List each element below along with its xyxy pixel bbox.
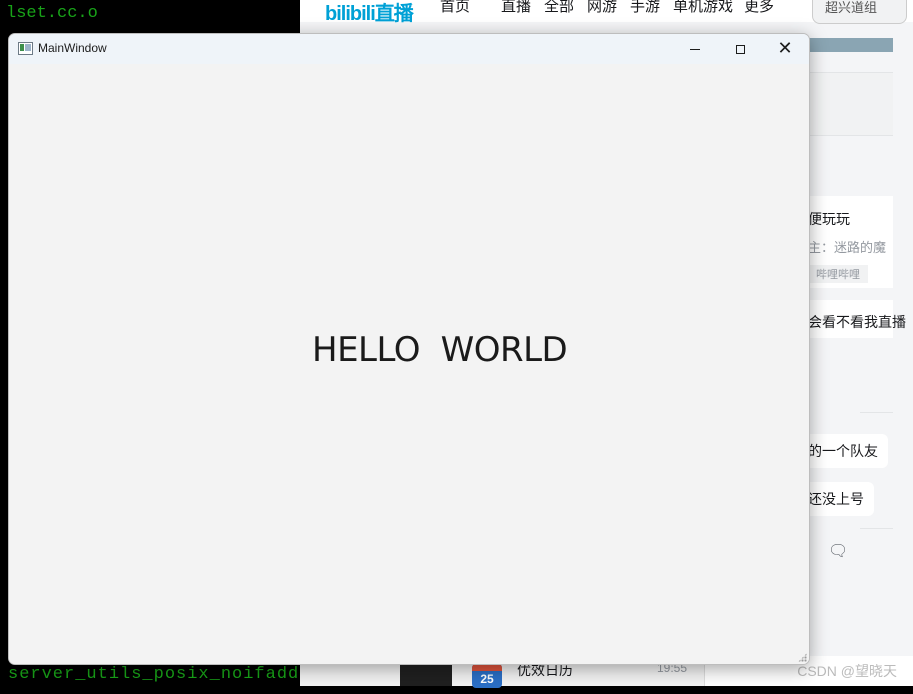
nav-item-single-games[interactable]: 单机游戏 bbox=[673, 0, 733, 16]
main-window: MainWindow ✕ HELLO WORLD bbox=[8, 33, 810, 665]
window-client-area: HELLO WORLD bbox=[9, 64, 809, 664]
maximize-icon bbox=[735, 44, 745, 54]
nav-item-online-games[interactable]: 网游 bbox=[587, 0, 617, 16]
banner-strip bbox=[808, 38, 893, 52]
side-panel bbox=[808, 72, 893, 136]
chat-message-text: 会看不看我直播 bbox=[808, 314, 906, 330]
nav-item-live[interactable]: 直播 bbox=[501, 0, 531, 16]
minimize-icon bbox=[690, 48, 700, 50]
maximize-button[interactable] bbox=[717, 34, 763, 64]
nav-item-more[interactable]: 更多 bbox=[744, 0, 774, 16]
site-search-input[interactable]: 超兴道组 bbox=[812, 0, 907, 24]
terminal-text-top: lset.cc.o bbox=[6, 4, 98, 23]
divider bbox=[860, 528, 893, 529]
calendar-icon[interactable]: 25 bbox=[472, 664, 502, 688]
nav-item-mobile-games[interactable]: 手游 bbox=[630, 0, 660, 16]
room-card-tag: 哔哩哔哩 bbox=[808, 265, 868, 283]
chat-bubble-1: 的一个队友 bbox=[798, 434, 888, 468]
chat-bubble-icon[interactable]: 🗨 bbox=[828, 541, 848, 561]
room-card-host: 主：迷路的魔 bbox=[808, 240, 887, 255]
watermark: CSDN @望晓天 bbox=[797, 663, 897, 679]
close-icon: ✕ bbox=[777, 38, 793, 59]
resize-grip-icon[interactable] bbox=[798, 653, 807, 662]
site-nav-bar: bilibili直播 首页 直播 全部 网游 手游 单机游戏 更多 超兴道组 bbox=[300, 0, 913, 25]
hello-world-label: HELLO WORLD bbox=[312, 330, 568, 370]
minimize-button[interactable] bbox=[672, 34, 718, 64]
site-logo[interactable]: bilibili直播 bbox=[325, 0, 414, 26]
calendar-icon-day: 25 bbox=[480, 672, 494, 686]
nav-item-all[interactable]: 全部 bbox=[544, 0, 574, 16]
window-title: MainWindow bbox=[38, 41, 107, 55]
room-card-title: 便玩玩 bbox=[808, 211, 850, 227]
nav-item-home[interactable]: 首页 bbox=[440, 0, 470, 16]
divider bbox=[860, 412, 893, 413]
close-button[interactable]: ✕ bbox=[762, 34, 808, 64]
title-bar[interactable]: MainWindow ✕ bbox=[9, 34, 809, 64]
app-icon bbox=[18, 42, 33, 55]
